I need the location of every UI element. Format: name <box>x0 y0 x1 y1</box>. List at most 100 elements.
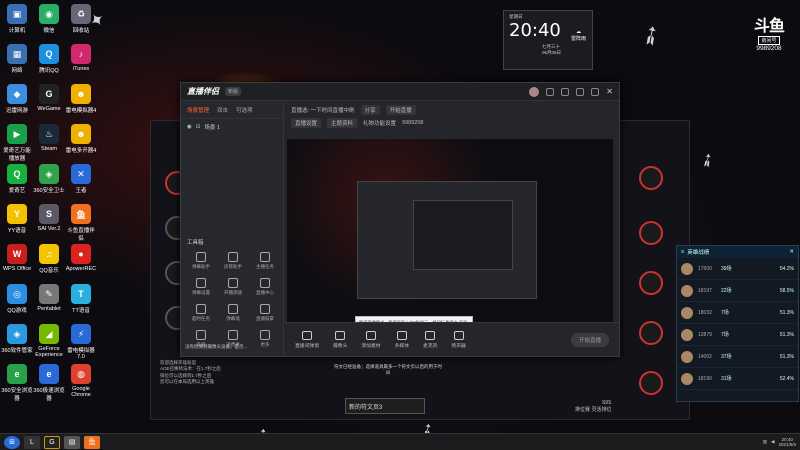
go-live-chip[interactable]: 开始直播 <box>385 105 416 115</box>
desktop-icon[interactable]: ◎ QQ游戏 <box>1 284 33 314</box>
player-slot[interactable] <box>639 271 663 295</box>
desktop-icon[interactable]: G WeGame <box>33 84 65 112</box>
desktop-icon[interactable]: ♨ Steam <box>33 124 65 152</box>
player-slot[interactable] <box>639 321 663 345</box>
toolbox-item[interactable]: 直播中心 <box>249 278 281 296</box>
stream-settings-button[interactable]: 直播设置 <box>291 118 322 128</box>
desktop-icon[interactable]: ▦ 网络 <box>1 44 33 74</box>
desktop-icon[interactable]: ◍ Google Chrome <box>65 364 97 398</box>
tab-scene-manage[interactable]: 场景管理 <box>187 106 209 114</box>
desktop-icon[interactable]: ▶ 爱奇艺万能播放器 <box>1 124 33 162</box>
toolbox-item[interactable]: 直播鼓掌 <box>249 304 281 322</box>
desktop-icon[interactable]: ♪ iTunes <box>65 44 97 72</box>
desktop-icon[interactable]: e 360安全浏览器 <box>1 364 33 402</box>
hero-stats-panel[interactable]: ≡ 英雄战绩 ✕ 17500 39场 54.2% 18197 22场 58.5% 18032… <box>676 245 799 402</box>
desktop-icon[interactable]: ◉ 微信 <box>33 4 65 34</box>
desktop-icon[interactable]: W WPS Office <box>1 244 33 272</box>
desktop-icon[interactable]: ● ApowerREC <box>65 244 97 272</box>
avatar[interactable] <box>529 86 540 97</box>
desktop-icon[interactable]: ⚡ 雷电模拟器7.0 <box>65 324 97 360</box>
media-button[interactable]: 多媒体 <box>395 330 409 349</box>
toolbox-item[interactable]: 房管助手 <box>217 252 249 270</box>
desktop-icon[interactable]: ▣ 计算机 <box>1 4 33 34</box>
minimize-icon[interactable] <box>576 87 585 96</box>
desktop-icon[interactable]: ☻ 雷电模拟器4 <box>65 84 97 114</box>
close-icon[interactable]: ✕ <box>789 249 794 255</box>
toolbox-item[interactable]: 弹幕助手 <box>185 252 217 270</box>
room-number: 9989208 <box>756 45 782 52</box>
hero-stats-row[interactable]: 18190 31场 52.4% <box>677 368 798 390</box>
hero-stats-row[interactable]: 12879 7场 51.3% <box>677 324 798 346</box>
gift-settings-link[interactable]: 礼物功能设置 <box>363 119 396 127</box>
share-button[interactable]: 分享 <box>360 105 380 115</box>
theme-button[interactable]: 主题资料 <box>327 118 358 128</box>
desktop-icon[interactable]: Q 腾讯QQ <box>33 44 65 74</box>
taskbar-wegame-icon[interactable]: G <box>44 435 60 449</box>
tray-volume-icon[interactable]: ◀ <box>771 439 774 445</box>
nested-app-preview <box>357 181 537 299</box>
speaker-button[interactable]: 扬声器 <box>451 330 466 349</box>
player-slot[interactable] <box>639 221 663 245</box>
hero-stats-row[interactable]: 18197 22场 58.5% <box>677 280 798 302</box>
button-label: 添加素材 <box>361 343 381 349</box>
tray-network-icon[interactable]: ▥ <box>763 439 767 445</box>
stream-preview[interactable] <box>287 139 613 339</box>
tab-options[interactable]: 可选项 <box>236 106 253 114</box>
menu-icon[interactable]: ≡ <box>681 249 684 255</box>
taskbar-app-icon[interactable]: ▤ <box>64 435 80 449</box>
hero-stats-row[interactable]: 17500 39场 54.2% <box>677 258 798 280</box>
button-label: 麦克风 <box>423 343 438 349</box>
toolbox-item[interactable]: 开播测速 <box>217 278 249 296</box>
toolbox-item[interactable]: 主播任务 <box>249 252 281 270</box>
app-titlebar[interactable]: 直播伴侣 新版 ✕ <box>181 83 619 101</box>
toolbox-item[interactable]: 更多 <box>249 330 281 348</box>
desktop-icon[interactable]: S SAI Ver.2 <box>33 204 65 232</box>
streaming-app-window[interactable]: 直播伴侣 新版 ✕ 场景管理 双击 可选项 ◉ ⊡ 场景 1 工具箱 弹幕助手 房… <box>180 82 620 357</box>
add-source-button[interactable]: 添加素材 <box>361 330 381 349</box>
desktop-icon[interactable]: e 360极速浏览器 <box>33 364 65 402</box>
desktop-icon[interactable]: Y YY语音 <box>1 204 33 234</box>
scene-item[interactable]: ◉ ⊡ 场景 1 <box>181 119 283 135</box>
desktop-icon[interactable]: ◈ 360软件管家 <box>1 324 33 354</box>
desktop-icon[interactable]: ♻ 回收站 <box>65 4 97 34</box>
hero-stats-row[interactable]: 14002 37场 51.3% <box>677 346 798 368</box>
camera-tip[interactable]: 没有检测到摄像头设备，是否... <box>185 344 247 350</box>
desktop-icon[interactable]: ☻ 雷电多开器4 <box>65 124 97 154</box>
settings-icon[interactable] <box>561 87 570 96</box>
taskbar-clock[interactable]: 20:40 2021/6/6 <box>778 437 796 448</box>
app-icon: ▶ <box>7 124 27 144</box>
tab-double-click[interactable]: 双击 <box>217 106 228 114</box>
eye-icon[interactable]: ◉ <box>187 124 192 130</box>
microphone-button[interactable]: 麦克风 <box>423 330 438 349</box>
taskbar-game-icon[interactable]: L <box>24 435 40 449</box>
desktop-icon[interactable]: T TT语音 <box>65 284 97 314</box>
player-slot[interactable] <box>639 166 663 190</box>
toolbox-item[interactable]: 弹幕设置 <box>185 278 217 296</box>
live-popup-button[interactable]: 直播间弹窗 <box>295 330 319 349</box>
toolbox-item[interactable]: 超时任务 <box>185 304 217 322</box>
clock-widget[interactable]: 星期日 20:40 七月三十 06月06日 ☁ 雷阵雨 <box>503 10 593 70</box>
desktop-icon[interactable]: ♫ QQ音乐 <box>33 244 65 274</box>
desktop-icon[interactable]: ✕ 王者 <box>65 164 97 194</box>
desktop-icon[interactable]: ✎ Pentablet <box>33 284 65 312</box>
message-icon[interactable] <box>546 87 555 96</box>
taskbar-douyu-icon[interactable]: 鱼 <box>84 435 100 449</box>
desktop-icon[interactable]: ◢ GeForce Experience <box>33 324 65 358</box>
camera-button[interactable]: 摄像头 <box>333 330 347 349</box>
desktop-icon[interactable]: 鱼斗鱼直播伴侣 <box>65 204 97 242</box>
rune-page-select[interactable]: 新的符文页3 <box>345 398 425 414</box>
lock-icon[interactable]: ⊡ <box>196 124 201 130</box>
start-button[interactable]: ⊞ <box>4 435 20 449</box>
desktop-icon[interactable]: ◈ 360安全卫士 <box>33 164 65 194</box>
taskbar-date: 2021/6/6 <box>778 442 796 447</box>
hero-stats-row[interactable]: 18032 7场 51.3% <box>677 302 798 324</box>
version-badge[interactable]: 新版 <box>225 87 242 96</box>
toolbox-item[interactable]: 弹幕墙 <box>217 304 249 322</box>
player-slot[interactable] <box>639 371 663 395</box>
start-live-button[interactable]: 开始直播 <box>570 332 609 347</box>
maximize-icon[interactable] <box>591 87 600 96</box>
desktop-icon[interactable]: Q 爱奇艺 <box>1 164 33 194</box>
stream-title[interactable]: 直播选: 一下时间直播中刷 <box>291 106 355 114</box>
desktop-icon[interactable]: ◆ 迅雷网游 <box>1 84 33 114</box>
close-icon[interactable]: ✕ <box>606 87 613 96</box>
